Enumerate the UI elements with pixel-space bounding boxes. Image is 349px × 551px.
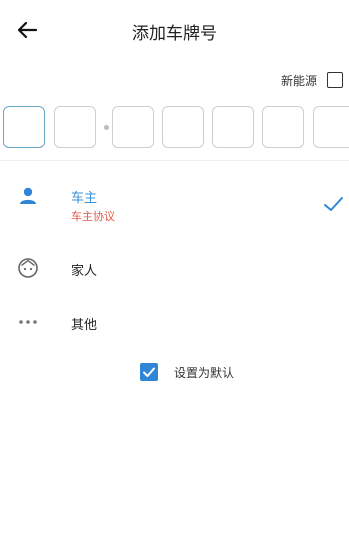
relation-label-owner: 车主 xyxy=(71,191,98,206)
plate-cell-2[interactable] xyxy=(54,106,96,148)
new-energy-toggle[interactable]: 新能源 xyxy=(281,68,343,92)
relation-item-owner[interactable]: 车主 车主协议 xyxy=(0,180,349,230)
relation-item-other[interactable]: 其他 xyxy=(0,306,349,338)
plate-cell-6[interactable] xyxy=(262,106,304,148)
more-dots-icon xyxy=(19,320,37,324)
checkbox-check-icon xyxy=(143,367,155,377)
section-divider xyxy=(0,160,349,161)
set-default-option[interactable]: 设置为默认 xyxy=(140,362,234,382)
plate-cell-3[interactable] xyxy=(112,106,154,148)
person-icon xyxy=(20,187,36,204)
app-header: 添加车牌号 xyxy=(0,0,349,60)
new-energy-checkbox[interactable] xyxy=(327,72,343,88)
relation-label-family: 家人 xyxy=(71,264,98,279)
plate-cell-4[interactable] xyxy=(162,106,204,148)
page-title: 添加车牌号 xyxy=(132,24,217,44)
set-default-label: 设置为默认 xyxy=(174,365,235,380)
plate-input-row xyxy=(3,106,349,150)
new-energy-label: 新能源 xyxy=(280,73,317,88)
plate-cell-5[interactable] xyxy=(212,106,254,148)
plate-separator-dot xyxy=(104,125,109,130)
face-icon xyxy=(18,258,38,278)
set-default-checkbox[interactable] xyxy=(140,363,158,381)
plate-cell-7[interactable] xyxy=(313,106,349,148)
relation-item-family[interactable]: 家人 xyxy=(0,252,349,284)
check-icon xyxy=(324,197,343,211)
relation-label-other: 其他 xyxy=(71,318,98,333)
plate-cell-1[interactable] xyxy=(3,106,45,148)
owner-agreement-link[interactable]: 车主协议 xyxy=(71,208,115,224)
